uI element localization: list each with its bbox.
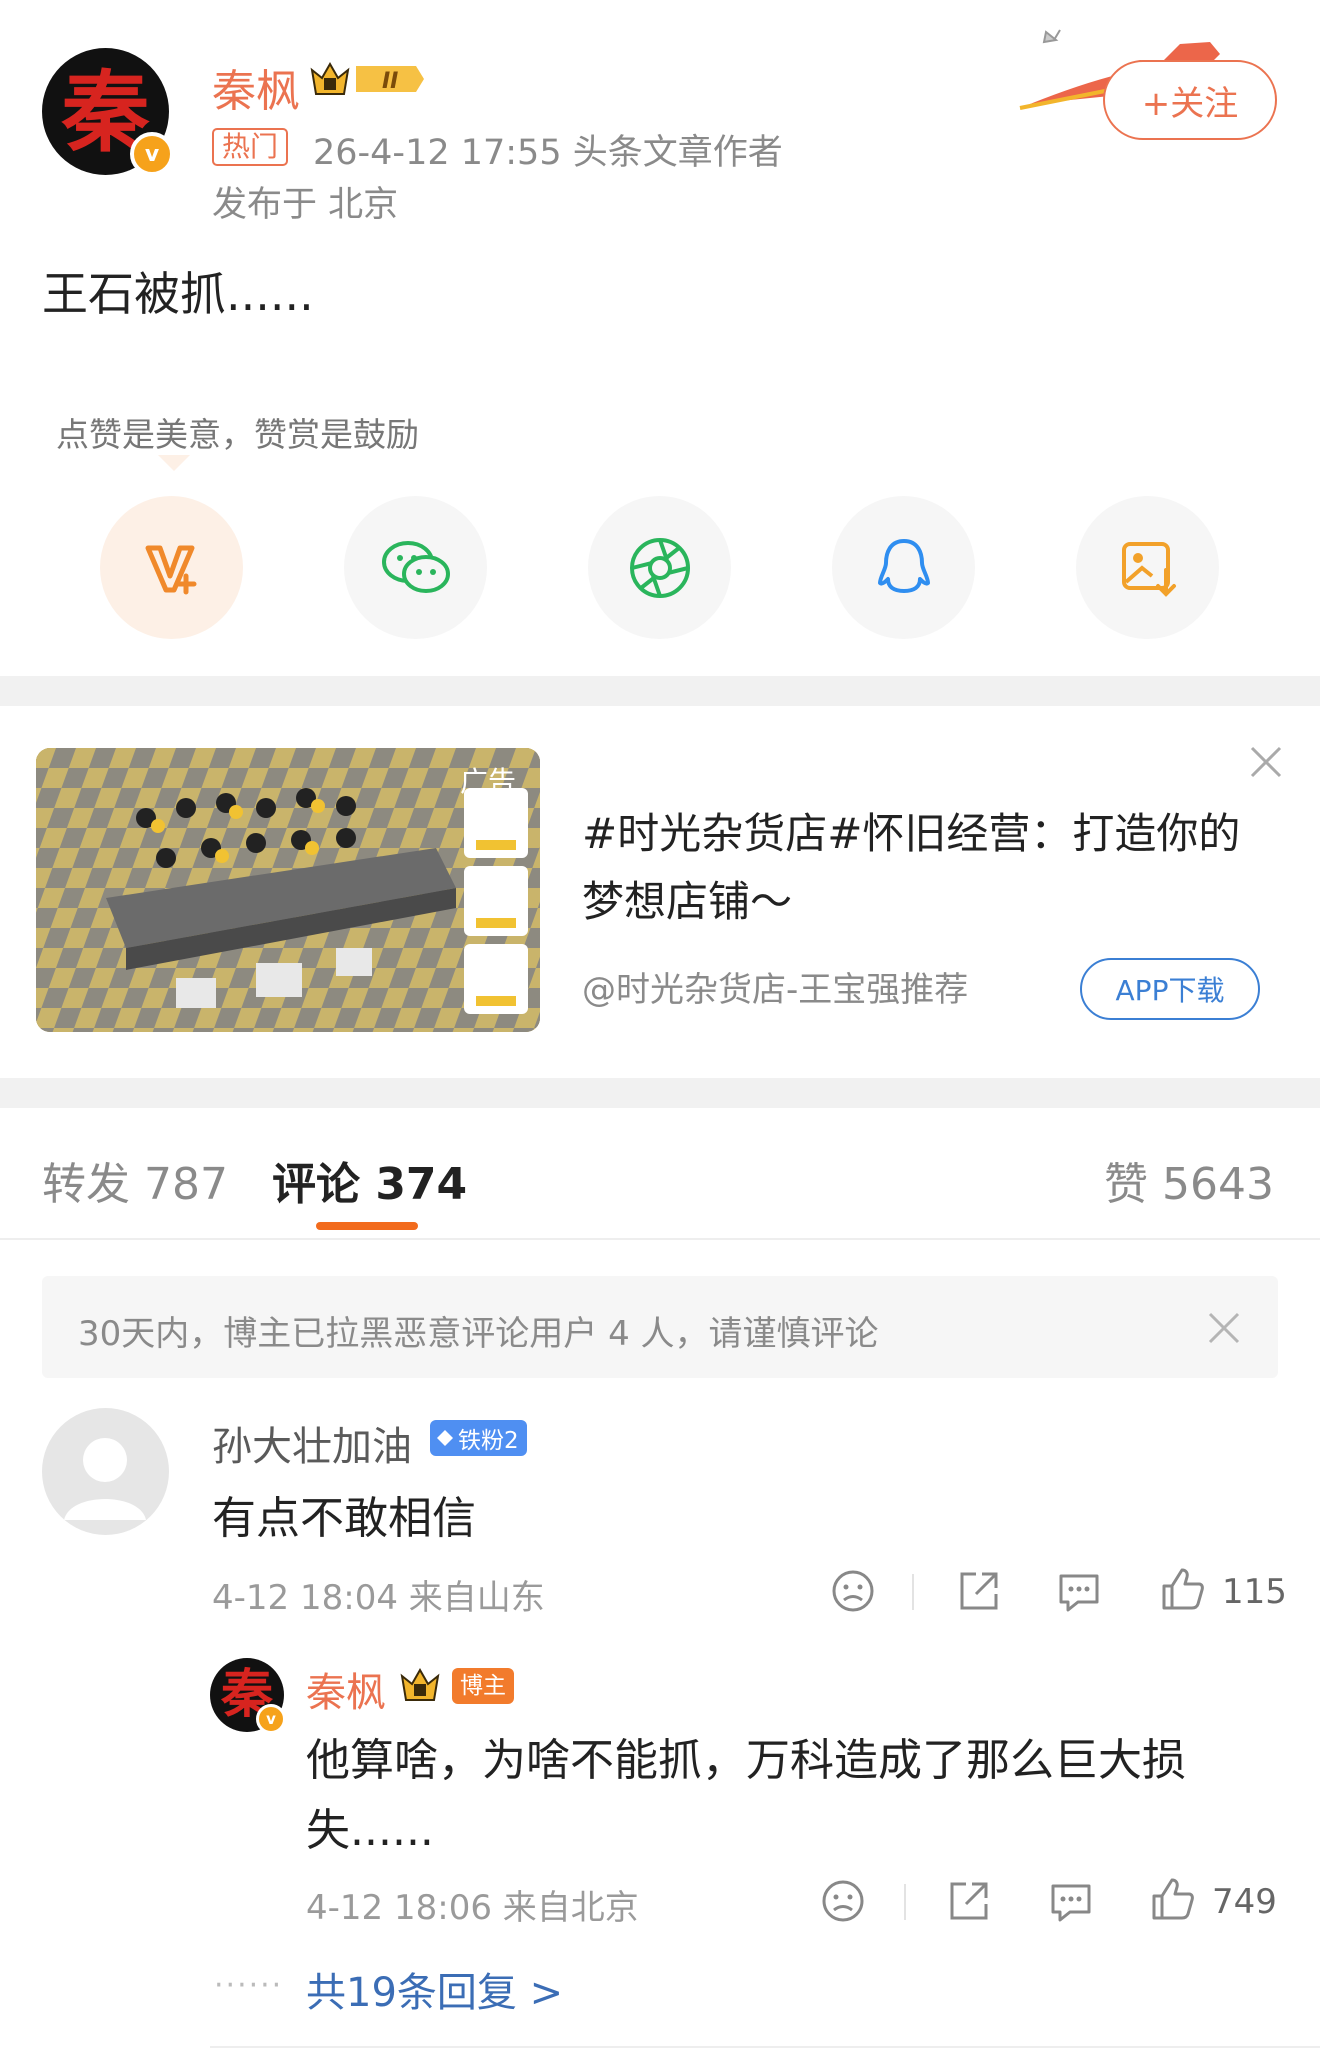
ad-source: @时光杂货店-王宝强推荐 xyxy=(582,970,969,1010)
ad-title[interactable]: #时光杂货店#怀旧经营：打造你的梦想店铺～ xyxy=(582,800,1242,936)
tip-caret xyxy=(158,455,190,471)
more-replies-link[interactable]: 共19条回复 > xyxy=(306,1960,563,2018)
ad-close-icon[interactable] xyxy=(1248,744,1284,780)
share-wechat-button[interactable] xyxy=(344,496,487,639)
share-moments-button[interactable] xyxy=(588,496,731,639)
level-badge-text: II xyxy=(382,69,398,94)
save-image-icon xyxy=(1121,541,1176,597)
tab-like[interactable]: 赞 5643 xyxy=(1104,1148,1274,1212)
post-location: 发布于 北京 xyxy=(212,185,399,225)
action-divider xyxy=(904,1884,906,1920)
host-badge: 博主 xyxy=(452,1668,514,1704)
comment-icon[interactable] xyxy=(1048,1878,1094,1924)
diamond-icon xyxy=(437,1430,453,1446)
fan-badge: 铁粉2 xyxy=(430,1420,527,1456)
tab-comment[interactable]: 评论 374 xyxy=(272,1148,467,1212)
vip-crown-icon: II xyxy=(310,61,424,95)
save-image-button[interactable] xyxy=(1076,496,1219,639)
action-divider xyxy=(912,1574,914,1610)
more-replies-dots: ······ xyxy=(214,1968,284,2003)
divider xyxy=(210,2046,1320,2048)
comment-meta: 4-12 18:04 来自山东 xyxy=(212,1578,545,1618)
ad-tag: 广告 xyxy=(460,765,517,798)
share-qq-button[interactable] xyxy=(832,496,975,639)
notice-text: 30天内，博主已拉黑恶意评论用户 4 人，请谨慎评论 xyxy=(78,1314,879,1354)
like-thumb-icon[interactable] xyxy=(1160,1566,1206,1612)
reply-author-name[interactable]: 秦枫 xyxy=(306,1660,386,1718)
section-separator xyxy=(0,676,1320,706)
reply-meta: 4-12 18:06 来自北京 xyxy=(306,1888,639,1928)
notice-close-icon[interactable] xyxy=(1206,1310,1242,1346)
tab-active-indicator xyxy=(316,1222,418,1230)
share-icon[interactable] xyxy=(946,1878,992,1924)
reward-tip: 点赞是美意，赞赏是鼓励 xyxy=(56,415,419,454)
share-icon[interactable] xyxy=(956,1568,1002,1614)
divider xyxy=(0,1238,1320,1240)
post-body: 王石被抓...... xyxy=(42,267,314,321)
hot-tag: 热门 xyxy=(212,128,289,166)
verified-icon: v xyxy=(256,1704,286,1734)
author-name[interactable]: 秦枫 xyxy=(212,55,300,119)
qq-icon xyxy=(877,538,930,593)
wechat-icon xyxy=(381,540,450,593)
follow-button[interactable]: +关注 xyxy=(1103,60,1277,140)
reward-button[interactable] xyxy=(100,496,243,639)
section-separator xyxy=(0,1078,1320,1108)
post-time-role: 26-4-12 17:55 头条文章作者 xyxy=(313,133,783,173)
comment-icon[interactable] xyxy=(1056,1568,1102,1614)
verified-icon: v xyxy=(130,132,174,176)
ad-download-button[interactable]: APP下载 xyxy=(1080,958,1260,1020)
commenter-avatar[interactable] xyxy=(42,1408,169,1535)
like-count: 749 xyxy=(1212,1882,1277,1922)
moments-icon xyxy=(629,537,690,598)
comment-text: 有点不敢相信 xyxy=(212,1493,476,1544)
dislike-face-icon[interactable] xyxy=(830,1568,876,1614)
like-count: 115 xyxy=(1222,1572,1287,1612)
fan-badge-label: 铁粉2 xyxy=(458,1428,519,1454)
v-reward-icon xyxy=(145,545,196,594)
dislike-face-icon[interactable] xyxy=(820,1878,866,1924)
commenter-name[interactable]: 孙大壮加油 xyxy=(212,1414,412,1472)
tab-repost[interactable]: 转发 787 xyxy=(42,1148,228,1212)
vip-crown-icon xyxy=(400,1667,440,1701)
default-user-icon xyxy=(64,1438,146,1520)
reply-text: 他算啥，为啥不能抓，万科造成了那么巨大损失...... xyxy=(306,1735,1186,1856)
like-thumb-icon[interactable] xyxy=(1150,1876,1196,1922)
